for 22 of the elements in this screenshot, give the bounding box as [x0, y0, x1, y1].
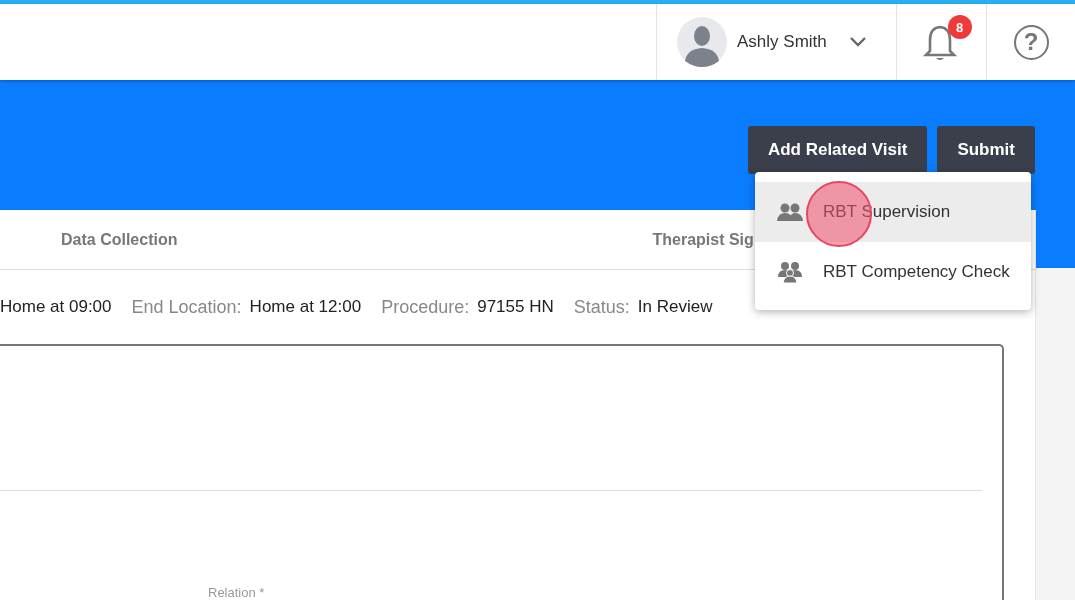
tab[interactable]: Therapist Sig	[652, 230, 754, 249]
field-label: Relation *	[208, 585, 266, 600]
info-value: 97155 HN	[477, 297, 554, 318]
menu-item[interactable]: RBT Competency Check	[755, 242, 1031, 302]
bell-icon[interactable]	[921, 23, 958, 63]
action-button[interactable]: Add Related Visit	[747, 126, 928, 174]
tab[interactable]: Data Collection	[61, 230, 178, 249]
notification-badge: 8	[947, 15, 972, 39]
action-button[interactable]: Submit	[937, 126, 1035, 174]
user-name: Ashly Smith	[737, 32, 827, 52]
info-value: Home at 12:00	[249, 297, 362, 318]
people-icon	[777, 202, 803, 222]
info-label: Status:	[573, 296, 630, 318]
avatar-icon	[677, 17, 727, 67]
group-icon	[777, 261, 803, 283]
info-value: In Review	[637, 297, 713, 318]
info-label: End Location:	[131, 296, 242, 318]
user-menu[interactable]: Ashly Smith	[656, 4, 896, 80]
info-value: Home at 09:00	[0, 297, 112, 318]
help-button[interactable]: ?	[1013, 24, 1049, 60]
info-label: Procedure:	[381, 296, 470, 318]
chevron-down-icon[interactable]	[848, 36, 867, 48]
